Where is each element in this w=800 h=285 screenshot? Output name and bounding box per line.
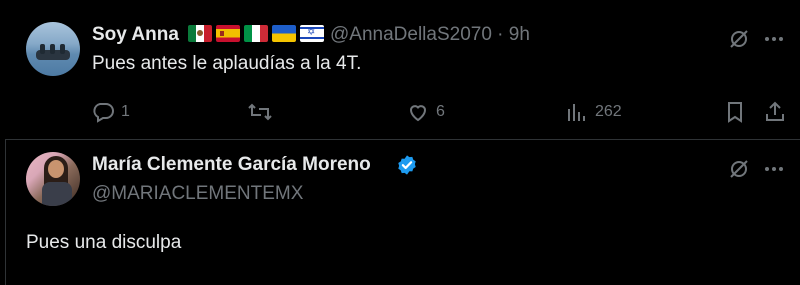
avatar-figure (50, 44, 55, 54)
avatar-body (42, 182, 72, 206)
avatar[interactable] (26, 22, 80, 76)
share-icon (766, 101, 784, 121)
views-bar-chart-icon (568, 104, 585, 121)
tweet-text: Pues antes le aplaudías a la 4T. (92, 53, 362, 74)
views-button[interactable]: 262 (565, 100, 622, 124)
tweet-divider (6, 139, 800, 140)
israel-flag-icon (300, 25, 324, 42)
like-count: 6 (436, 103, 445, 120)
italy-flag-icon (244, 25, 268, 42)
ukraine-flag-icon (272, 25, 296, 42)
spain-flag-icon (216, 25, 240, 42)
mexico-flag-icon (188, 25, 212, 42)
heart-icon (409, 105, 427, 122)
reply-button[interactable]: 1 (91, 100, 130, 124)
avatar[interactable] (26, 152, 80, 206)
author-handle[interactable]: @MARIACLEMENTEMX (92, 183, 303, 205)
bookmark-button[interactable] (723, 100, 747, 124)
more-options-icon[interactable] (762, 27, 786, 56)
retweet-icon (248, 103, 272, 121)
verified-badge-icon[interactable] (396, 154, 418, 181)
avatar-face (48, 160, 64, 178)
grok-icon[interactable] (727, 27, 751, 56)
flag-emojis (188, 25, 324, 42)
retweet-button[interactable] (247, 100, 279, 124)
reply-icon (93, 103, 114, 123)
share-button[interactable] (763, 100, 787, 124)
more-options-icon[interactable] (762, 157, 786, 186)
author-name[interactable]: María Clemente García Moreno (92, 154, 371, 176)
bookmark-icon (728, 102, 742, 123)
grok-icon[interactable] (727, 157, 751, 186)
reply-tweet[interactable]: Soy Anna @AnnaDellaS2070 · 9h Pues antes… (0, 0, 800, 139)
author-handle-time[interactable]: @AnnaDellaS2070 · 9h (330, 24, 530, 46)
tweet-text: Pues una disculpa (26, 232, 182, 253)
views-count: 262 (595, 103, 622, 120)
reply-count: 1 (121, 103, 130, 120)
author-name[interactable]: Soy Anna (92, 24, 179, 46)
avatar-figure (60, 44, 65, 54)
like-button[interactable]: 6 (406, 100, 445, 124)
avatar-figure (40, 44, 45, 54)
